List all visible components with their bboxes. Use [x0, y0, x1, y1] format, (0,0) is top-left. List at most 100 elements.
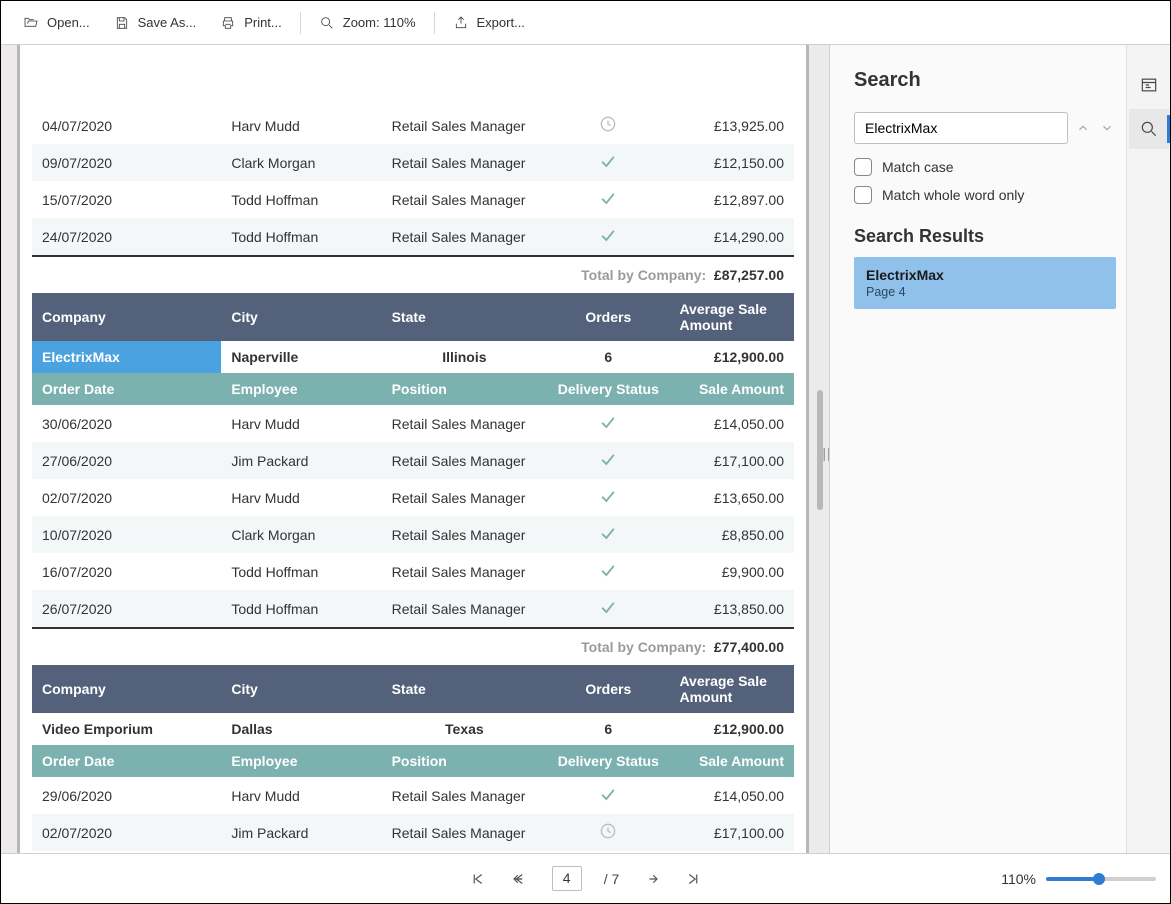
match-case-label: Match case	[882, 159, 954, 175]
result-sub: Page 4	[866, 285, 1104, 299]
cell-emp: Todd Hoffman	[221, 181, 381, 218]
cell-emp: Jim Packard	[221, 442, 381, 479]
pager: 4 / 7	[1, 866, 1170, 891]
cell-pos: Retail Sales Manager	[382, 553, 548, 590]
report-table: 04/07/2020Harv MuddRetail Sales Manager£…	[32, 107, 794, 853]
table-row: 24/07/2020Todd HoffmanRetail Sales Manag…	[32, 218, 794, 256]
clock-icon	[598, 121, 618, 137]
cell-pos: Retail Sales Manager	[382, 442, 548, 479]
company-state: Illinois	[382, 341, 548, 373]
toolbar: Open... Save As... Print... Zoom: 110% E…	[1, 1, 1170, 45]
cell-status	[547, 442, 669, 479]
document-viewport[interactable]: 04/07/2020Harv MuddRetail Sales Manager£…	[1, 45, 830, 853]
col-avg: Average Sale Amount	[669, 293, 794, 341]
cell-emp: Harv Mudd	[221, 107, 381, 144]
search-next-button[interactable]	[1098, 119, 1116, 137]
zoom-footer: 110%	[1001, 871, 1156, 887]
check-icon	[598, 158, 618, 174]
open-label: Open...	[47, 15, 90, 30]
col-pos: Position	[382, 745, 548, 777]
export-button[interactable]: Export...	[441, 9, 537, 37]
prev-page-button[interactable]	[510, 869, 530, 889]
col-orders: Orders	[547, 293, 669, 341]
export-icon	[453, 15, 469, 31]
col-date: Order Date	[32, 745, 221, 777]
search-result-item[interactable]: ElectrixMax Page 4	[854, 257, 1116, 309]
match-whole-checkbox[interactable]	[854, 186, 872, 204]
cell-emp: Todd Hoffman	[221, 590, 381, 628]
cell-amt: £13,850.00	[669, 590, 794, 628]
check-icon	[598, 195, 618, 211]
zoom-slider-thumb[interactable]	[1093, 873, 1105, 885]
cell-pos: Retail Sales Manager	[382, 479, 548, 516]
table-row: 27/06/2020Jim PackardRetail Sales Manage…	[32, 442, 794, 479]
first-page-button[interactable]	[468, 869, 488, 889]
save-as-button[interactable]: Save As...	[102, 9, 209, 37]
check-icon	[598, 567, 618, 583]
total-label: Total by Company:	[581, 639, 706, 655]
check-icon	[598, 493, 618, 509]
cell-date: 26/07/2020	[32, 590, 221, 628]
cell-date: 15/07/2020	[32, 181, 221, 218]
cell-status	[547, 590, 669, 628]
zoom-label: Zoom: 110%	[343, 15, 416, 30]
cell-pos: Retail Sales Manager	[382, 590, 548, 628]
last-page-button[interactable]	[683, 869, 703, 889]
table-row: 09/07/2020Clark MorganRetail Sales Manag…	[32, 144, 794, 181]
check-icon	[598, 456, 618, 472]
footer-bar: 4 / 7 110%	[1, 853, 1170, 903]
search-input[interactable]	[854, 112, 1068, 144]
cell-amt: £17,100.00	[669, 814, 794, 851]
company-name: ElectrixMax	[32, 341, 221, 373]
col-emp: Employee	[221, 373, 381, 405]
col-state: State	[382, 665, 548, 713]
match-whole-label: Match whole word only	[882, 187, 1024, 203]
cell-amt: £14,050.00	[669, 777, 794, 814]
cell-pos: Retail Sales Manager	[382, 107, 548, 144]
toolbar-sep	[300, 12, 301, 34]
page-count: / 7	[604, 871, 620, 887]
open-button[interactable]: Open...	[11, 9, 102, 37]
search-icon-button[interactable]	[1129, 109, 1169, 149]
total-label: Total by Company:	[581, 267, 706, 283]
cell-amt: £17,100.00	[669, 442, 794, 479]
cell-date: 09/07/2020	[32, 144, 221, 181]
total-value: £87,257.00	[714, 267, 784, 283]
match-case-checkbox[interactable]	[854, 158, 872, 176]
company-city: Dallas	[221, 713, 381, 745]
search-title: Search	[854, 69, 1116, 92]
cell-status	[547, 144, 669, 181]
print-button[interactable]: Print...	[208, 9, 294, 37]
cell-pos: Retail Sales Manager	[382, 777, 548, 814]
col-orders: Orders	[547, 665, 669, 713]
search-prev-button[interactable]	[1074, 119, 1092, 137]
cell-date: 02/07/2020	[32, 814, 221, 851]
cell-pos: Retail Sales Manager	[382, 144, 548, 181]
zoom-slider[interactable]	[1046, 877, 1156, 881]
col-company: Company	[32, 293, 221, 341]
check-icon	[598, 791, 618, 807]
folder-open-icon	[23, 15, 39, 31]
zoom-button[interactable]: Zoom: 110%	[307, 9, 428, 37]
cell-amt: £14,050.00	[669, 405, 794, 442]
cell-date: 10/07/2020	[32, 516, 221, 553]
parameters-icon-button[interactable]	[1129, 65, 1169, 105]
col-city: City	[221, 665, 381, 713]
table-row: 04/07/2020Harv MuddRetail Sales Manager£…	[32, 107, 794, 144]
cell-emp: Todd Hoffman	[221, 553, 381, 590]
page-number-input[interactable]: 4	[552, 866, 582, 891]
cell-amt: £12,150.00	[669, 144, 794, 181]
result-title: ElectrixMax	[866, 267, 1104, 283]
table-row: 16/07/2020Todd HoffmanRetail Sales Manag…	[32, 553, 794, 590]
cell-status	[547, 107, 669, 144]
save-as-label: Save As...	[138, 15, 197, 30]
cell-status	[547, 553, 669, 590]
col-amt: Sale Amount	[669, 745, 794, 777]
next-page-button[interactable]	[641, 869, 661, 889]
cell-status	[547, 181, 669, 218]
check-icon	[598, 232, 618, 248]
panel-splitter[interactable]	[823, 441, 830, 465]
cell-amt: £12,897.00	[669, 181, 794, 218]
cell-emp: Harv Mudd	[221, 405, 381, 442]
cell-status	[547, 777, 669, 814]
